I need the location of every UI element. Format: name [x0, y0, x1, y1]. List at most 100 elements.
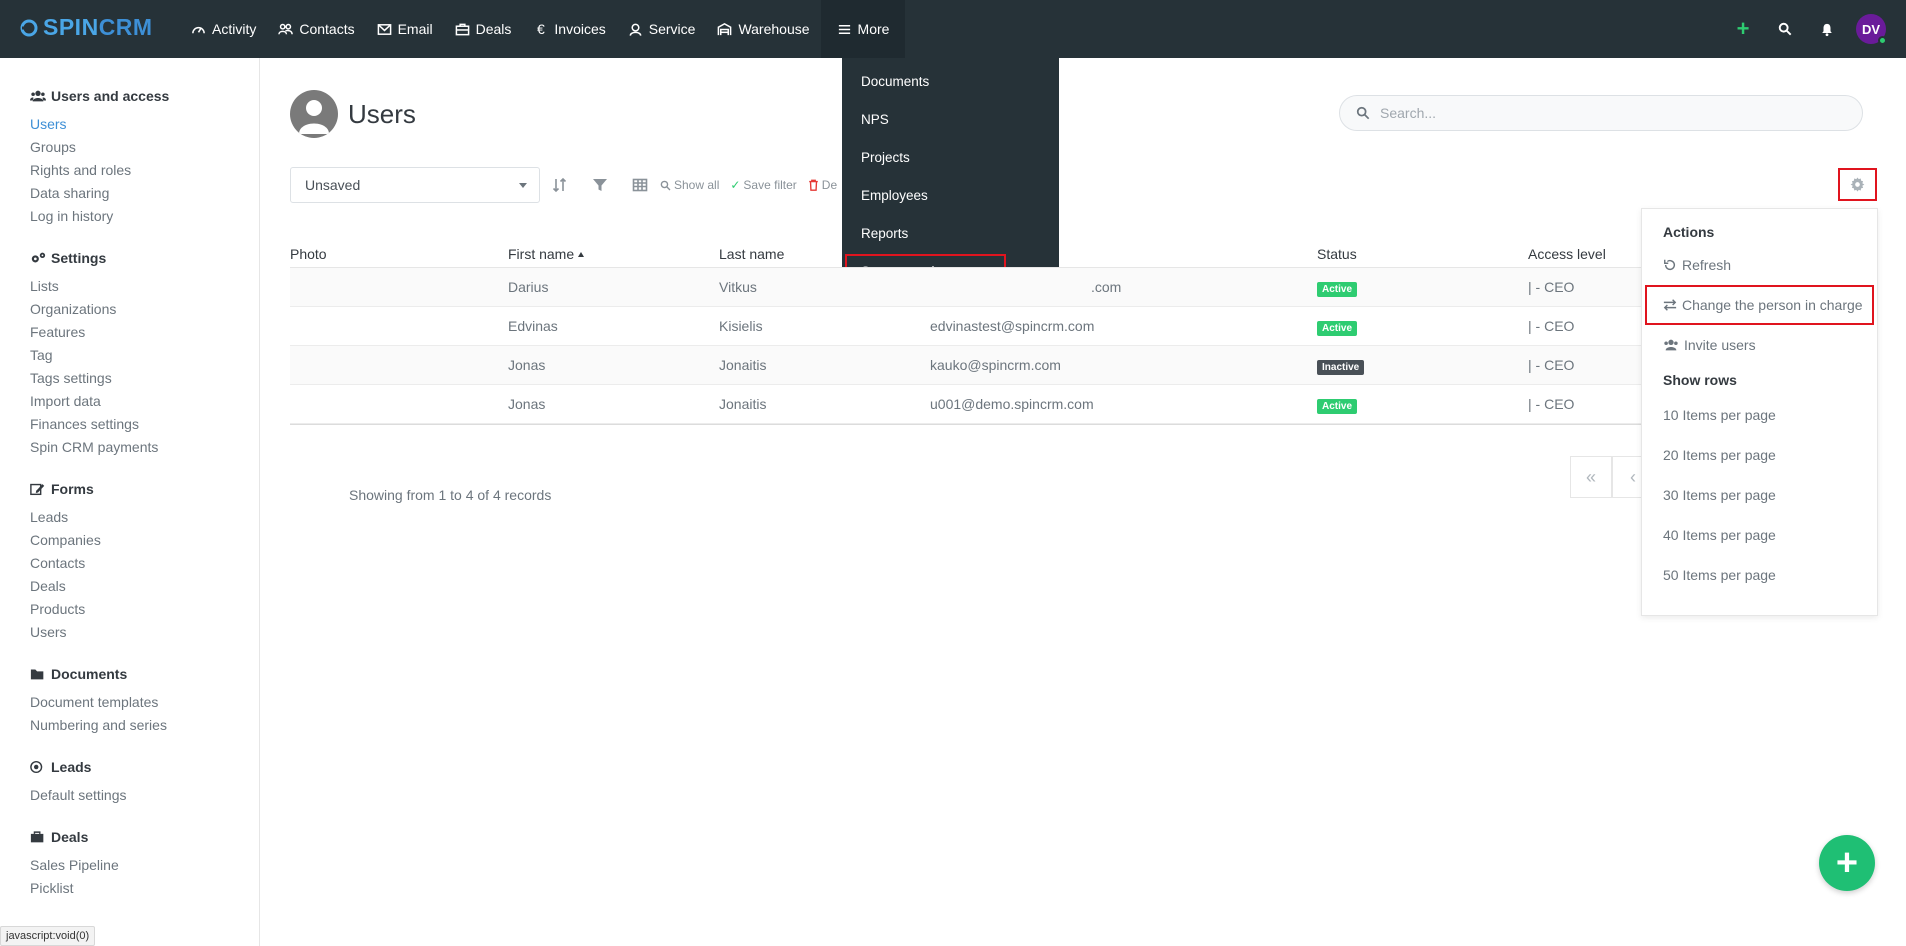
sidebar-item-features[interactable]: Features [30, 321, 259, 344]
nav-right-tools: + DV [1722, 0, 1906, 58]
filter-select[interactable]: Unsaved [290, 167, 540, 203]
sidebar-group-leads: Leads Default settings [30, 759, 259, 807]
plus-icon: + [1835, 841, 1859, 884]
table-row[interactable]: Darius Vitkus .com Active | - CEO [290, 268, 1650, 307]
col-status[interactable]: Status [1317, 246, 1528, 262]
more-menu-projects[interactable]: Projects [842, 138, 1059, 176]
status-badge: Active [1317, 282, 1358, 297]
sidebar-item-organizations[interactable]: Organizations [30, 298, 259, 321]
sidebar-item-sales-pipeline[interactable]: Sales Pipeline [30, 854, 259, 877]
briefcase-icon [30, 831, 44, 843]
sort-button[interactable] [540, 167, 580, 203]
nav-more[interactable]: More [820, 0, 906, 58]
sidebar-item-form-contacts[interactable]: Contacts [30, 552, 259, 575]
add-user-fab-button[interactable]: + [1819, 835, 1875, 891]
euro-icon: € [537, 21, 545, 37]
sidebar-item-document-templates[interactable]: Document templates [30, 691, 259, 714]
rows-option-10[interactable]: 10 Items per page [1642, 395, 1877, 435]
first-page-button[interactable]: « [1570, 456, 1612, 498]
sidebar-item-tag[interactable]: Tag [30, 344, 259, 367]
top-navbar: SPIN CRM Activity Contacts Email Deals € … [0, 0, 1906, 58]
cell-last-name: Kisielis [719, 318, 763, 334]
more-menu-nps[interactable]: NPS [842, 100, 1059, 138]
sidebar-heading-leads: Leads [30, 759, 259, 775]
warehouse-icon [718, 22, 732, 35]
filter-button[interactable] [580, 167, 620, 203]
invite-users-action[interactable]: Invite users [1642, 325, 1877, 365]
cell-access-level: | - CEO [1528, 396, 1575, 412]
sidebar-item-login-history[interactable]: Log in history [30, 205, 259, 228]
nav-deals[interactable]: Deals [444, 0, 523, 58]
sidebar-item-spincrm-payments[interactable]: Spin CRM payments [30, 436, 259, 459]
sidebar-item-finances-settings[interactable]: Finances settings [30, 413, 259, 436]
cell-access-level: | - CEO [1528, 279, 1575, 295]
nav-email-label: Email [397, 21, 433, 37]
sidebar-item-data-sharing[interactable]: Data sharing [30, 182, 259, 205]
sidebar-item-rights-roles[interactable]: Rights and roles [30, 159, 259, 182]
spincrm-logo[interactable]: SPIN CRM [19, 14, 153, 41]
table-row[interactable]: Jonas Jonaitis kauko@spincrm.com Inactiv… [290, 346, 1650, 385]
change-person-in-charge-action[interactable]: Change the person in charge [1645, 285, 1874, 325]
refresh-icon [1664, 259, 1676, 271]
funnel-icon [593, 179, 607, 191]
sidebar-item-picklist[interactable]: Picklist [30, 877, 259, 900]
sidebar-item-form-deals[interactable]: Deals [30, 575, 259, 598]
rows-option-20[interactable]: 20 Items per page [1642, 435, 1877, 475]
rows-option-30[interactable]: 30 Items per page [1642, 475, 1877, 515]
show-all-link[interactable]: Show all [660, 178, 719, 192]
rows-option-50[interactable]: 50 Items per page [1642, 555, 1877, 595]
nav-service[interactable]: Service [617, 0, 707, 58]
hamburger-icon [838, 24, 850, 34]
users-table: Photo First name Last name Status Access… [290, 240, 1650, 424]
more-menu-documents[interactable]: Documents [842, 62, 1059, 100]
avatar-initials: DV [1861, 21, 1881, 37]
cell-status: Active [1317, 396, 1528, 414]
sidebar-heading-deals: Deals [30, 829, 259, 845]
sidebar-heading-label: Documents [51, 666, 128, 682]
page-title: Users [348, 98, 416, 129]
table-settings-button[interactable] [1838, 168, 1877, 201]
col-first-name[interactable]: First name [508, 246, 719, 262]
sidebar-item-default-settings[interactable]: Default settings [30, 784, 259, 807]
nav-invoices[interactable]: € Invoices [522, 0, 616, 58]
more-menu-employees[interactable]: Employees [842, 176, 1059, 214]
browser-status-bar: javascript:void(0) [0, 926, 96, 946]
nav-email[interactable]: Email [366, 0, 444, 58]
sidebar-item-lists[interactable]: Lists [30, 275, 259, 298]
sidebar-item-import-data[interactable]: Import data [30, 390, 259, 413]
columns-button[interactable] [620, 167, 660, 203]
sidebar-item-form-leads[interactable]: Leads [30, 506, 259, 529]
table-row[interactable]: Jonas Jonaitis u001@demo.spincrm.com Act… [290, 385, 1650, 424]
sidebar-item-form-users[interactable]: Users [30, 621, 259, 644]
delete-filter-link[interactable]: De [808, 178, 837, 192]
nav-contacts[interactable]: Contacts [267, 0, 365, 58]
refresh-action[interactable]: Refresh [1642, 245, 1877, 285]
sidebar-item-groups[interactable]: Groups [30, 136, 259, 159]
sidebar-item-numbering-series[interactable]: Numbering and series [30, 714, 259, 737]
save-filter-link[interactable]: ✓ Save filter [730, 178, 796, 192]
nav-warehouse-label: Warehouse [738, 21, 810, 37]
col-photo[interactable]: Photo [290, 246, 508, 262]
settings-sidebar: Users and access Users Groups Rights and… [0, 58, 260, 946]
main-nav: Activity Contacts Email Deals € Invoices… [180, 0, 906, 58]
cell-status: Inactive [1317, 357, 1528, 375]
sidebar-item-form-products[interactable]: Products [30, 598, 259, 621]
sidebar-item-tags-settings[interactable]: Tags settings [30, 367, 259, 390]
quick-add-icon[interactable]: + [1722, 0, 1764, 58]
bell-icon[interactable] [1806, 0, 1848, 58]
search-icon[interactable] [1764, 0, 1806, 58]
col-last-name[interactable]: Last name [719, 246, 930, 262]
nav-activity[interactable]: Activity [180, 0, 267, 58]
user-avatar[interactable]: DV [1856, 14, 1887, 45]
sidebar-heading-users-access: Users and access [30, 88, 259, 104]
nav-contacts-label: Contacts [299, 21, 355, 37]
col-access-level[interactable]: Access level [1528, 246, 1650, 262]
rows-option-40[interactable]: 40 Items per page [1642, 515, 1877, 555]
search-input[interactable] [1380, 105, 1840, 121]
sidebar-heading-documents: Documents [30, 666, 259, 682]
nav-warehouse[interactable]: Warehouse [706, 0, 820, 58]
save-filter-label: Save filter [743, 178, 797, 192]
table-row[interactable]: Edvinas Kisielis edvinastest@spincrm.com… [290, 307, 1650, 346]
sidebar-item-users[interactable]: Users [30, 113, 259, 136]
sidebar-item-form-companies[interactable]: Companies [30, 529, 259, 552]
